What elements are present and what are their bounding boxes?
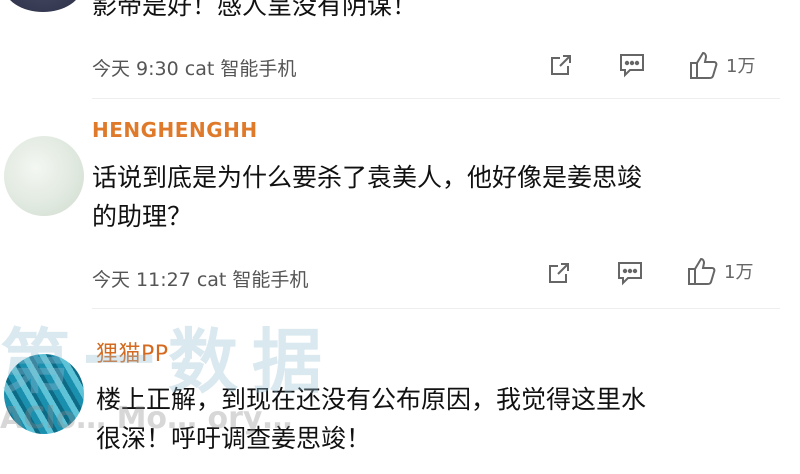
avatar[interactable] [4,136,84,216]
comment-time: 今天 9:30 [92,58,179,80]
thumbs-up-icon [690,51,718,79]
comment-time: 今天 11:27 [92,269,191,291]
like-count: 1万 [726,56,756,77]
like-count: 1万 [724,262,754,283]
share-button[interactable] [548,52,574,78]
like-button[interactable]: 1万 [686,256,753,286]
reply-icon [620,54,644,78]
reply-icon [618,262,642,286]
divider [92,308,780,309]
comment-3: 狸猫PP 楼上正解，到现在还没有公布原因，我觉得这里水 很深！呼吁调查姜思竣！ [0,310,800,474]
reply-button[interactable] [618,52,646,78]
share-icon [551,55,571,75]
comment-username[interactable]: 狸猫PP [96,336,169,368]
share-button[interactable] [546,260,572,286]
avatar[interactable] [4,0,82,12]
comment-1: 影帝是好！感人呈没有阴谋！ 今天 9:30 cat 智能手机 1万 [0,0,800,100]
comment-text: 影帝是好！感人呈没有阴谋！ [92,0,418,20]
divider [92,98,780,99]
comment-device: cat 智能手机 [196,269,309,291]
comment-username[interactable]: HENGHENGHH [92,118,258,142]
comment-2: HENGHENGHH 话说到底是为什么要杀了袁美人，他好像是姜思竣 的助理？ 今… [0,100,800,310]
share-icon [549,263,569,283]
avatar[interactable] [4,354,84,434]
like-button[interactable]: 1万 [688,50,755,80]
reply-button[interactable] [616,260,644,286]
thumbs-up-icon [688,257,716,285]
comment-meta: 今天 9:30 cat 智能手机 [92,54,296,81]
comment-text: 楼上正解，到现在还没有公布原因，我觉得这里水 很深！呼吁调查姜思竣！ [96,385,647,453]
comment-meta: 今天 11:27 cat 智能手机 [92,265,308,292]
comment-device: cat 智能手机 [184,58,297,80]
comment-text: 话说到底是为什么要杀了袁美人，他好像是姜思竣 的助理？ [92,163,643,231]
